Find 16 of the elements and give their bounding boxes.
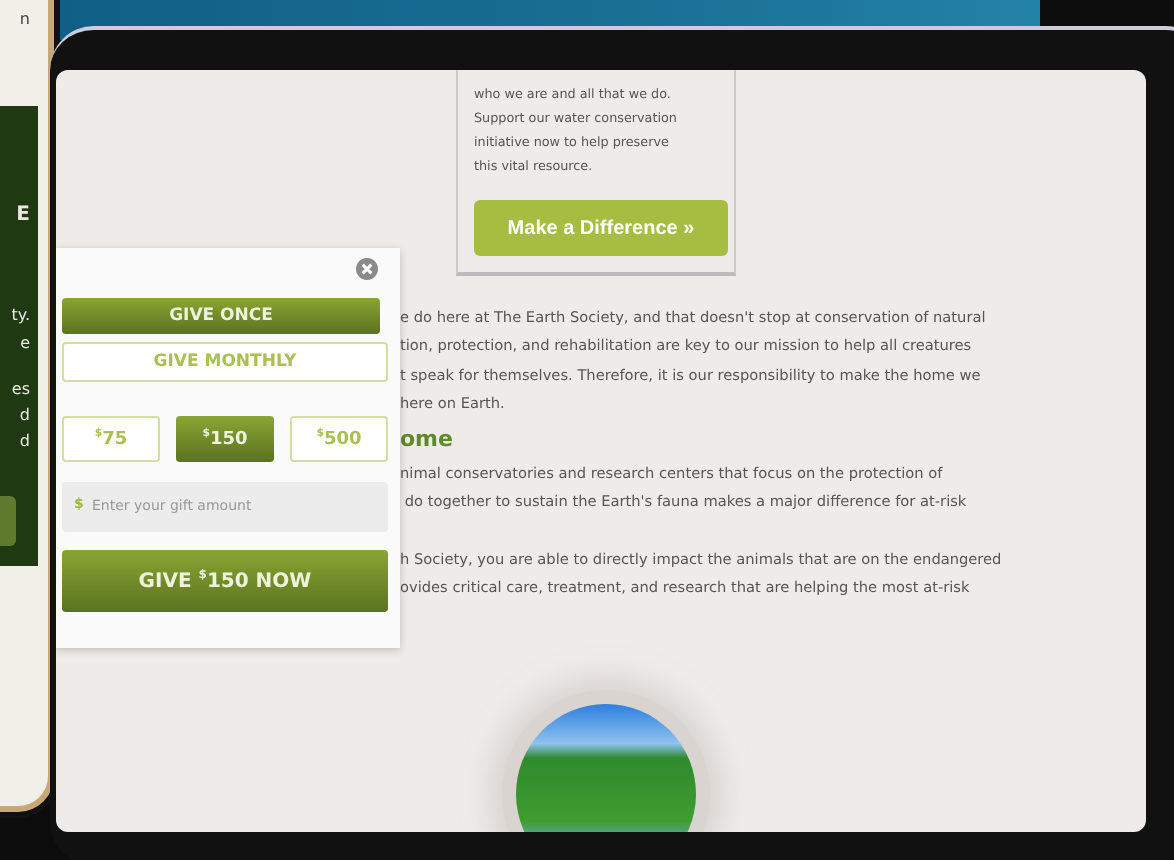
phone-text: e: [20, 334, 30, 354]
section-heading: ome: [400, 424, 455, 457]
phone-text: n: [19, 10, 30, 30]
amount-option[interactable]: $^{$}$500: [290, 416, 388, 462]
frequency-tab[interactable]: GIVE ONCE: [62, 298, 380, 334]
phone-text: E: [16, 206, 30, 226]
amount-option[interactable]: $^{$}$75: [62, 416, 160, 462]
phone-text: d: [19, 406, 30, 426]
phone-text: d: [19, 432, 30, 452]
give-now-button[interactable]: GIVE $^{$}$150 NOW: [62, 550, 388, 612]
close-icon[interactable]: [356, 258, 378, 280]
amount-option[interactable]: $^{$}$150: [176, 416, 274, 462]
phone-text: es: [11, 380, 30, 400]
make-difference-button[interactable]: Make a Difference »: [474, 200, 728, 256]
frequency-tab[interactable]: GIVE MONTHLY: [62, 342, 388, 382]
phone-text: ty.: [11, 306, 30, 326]
